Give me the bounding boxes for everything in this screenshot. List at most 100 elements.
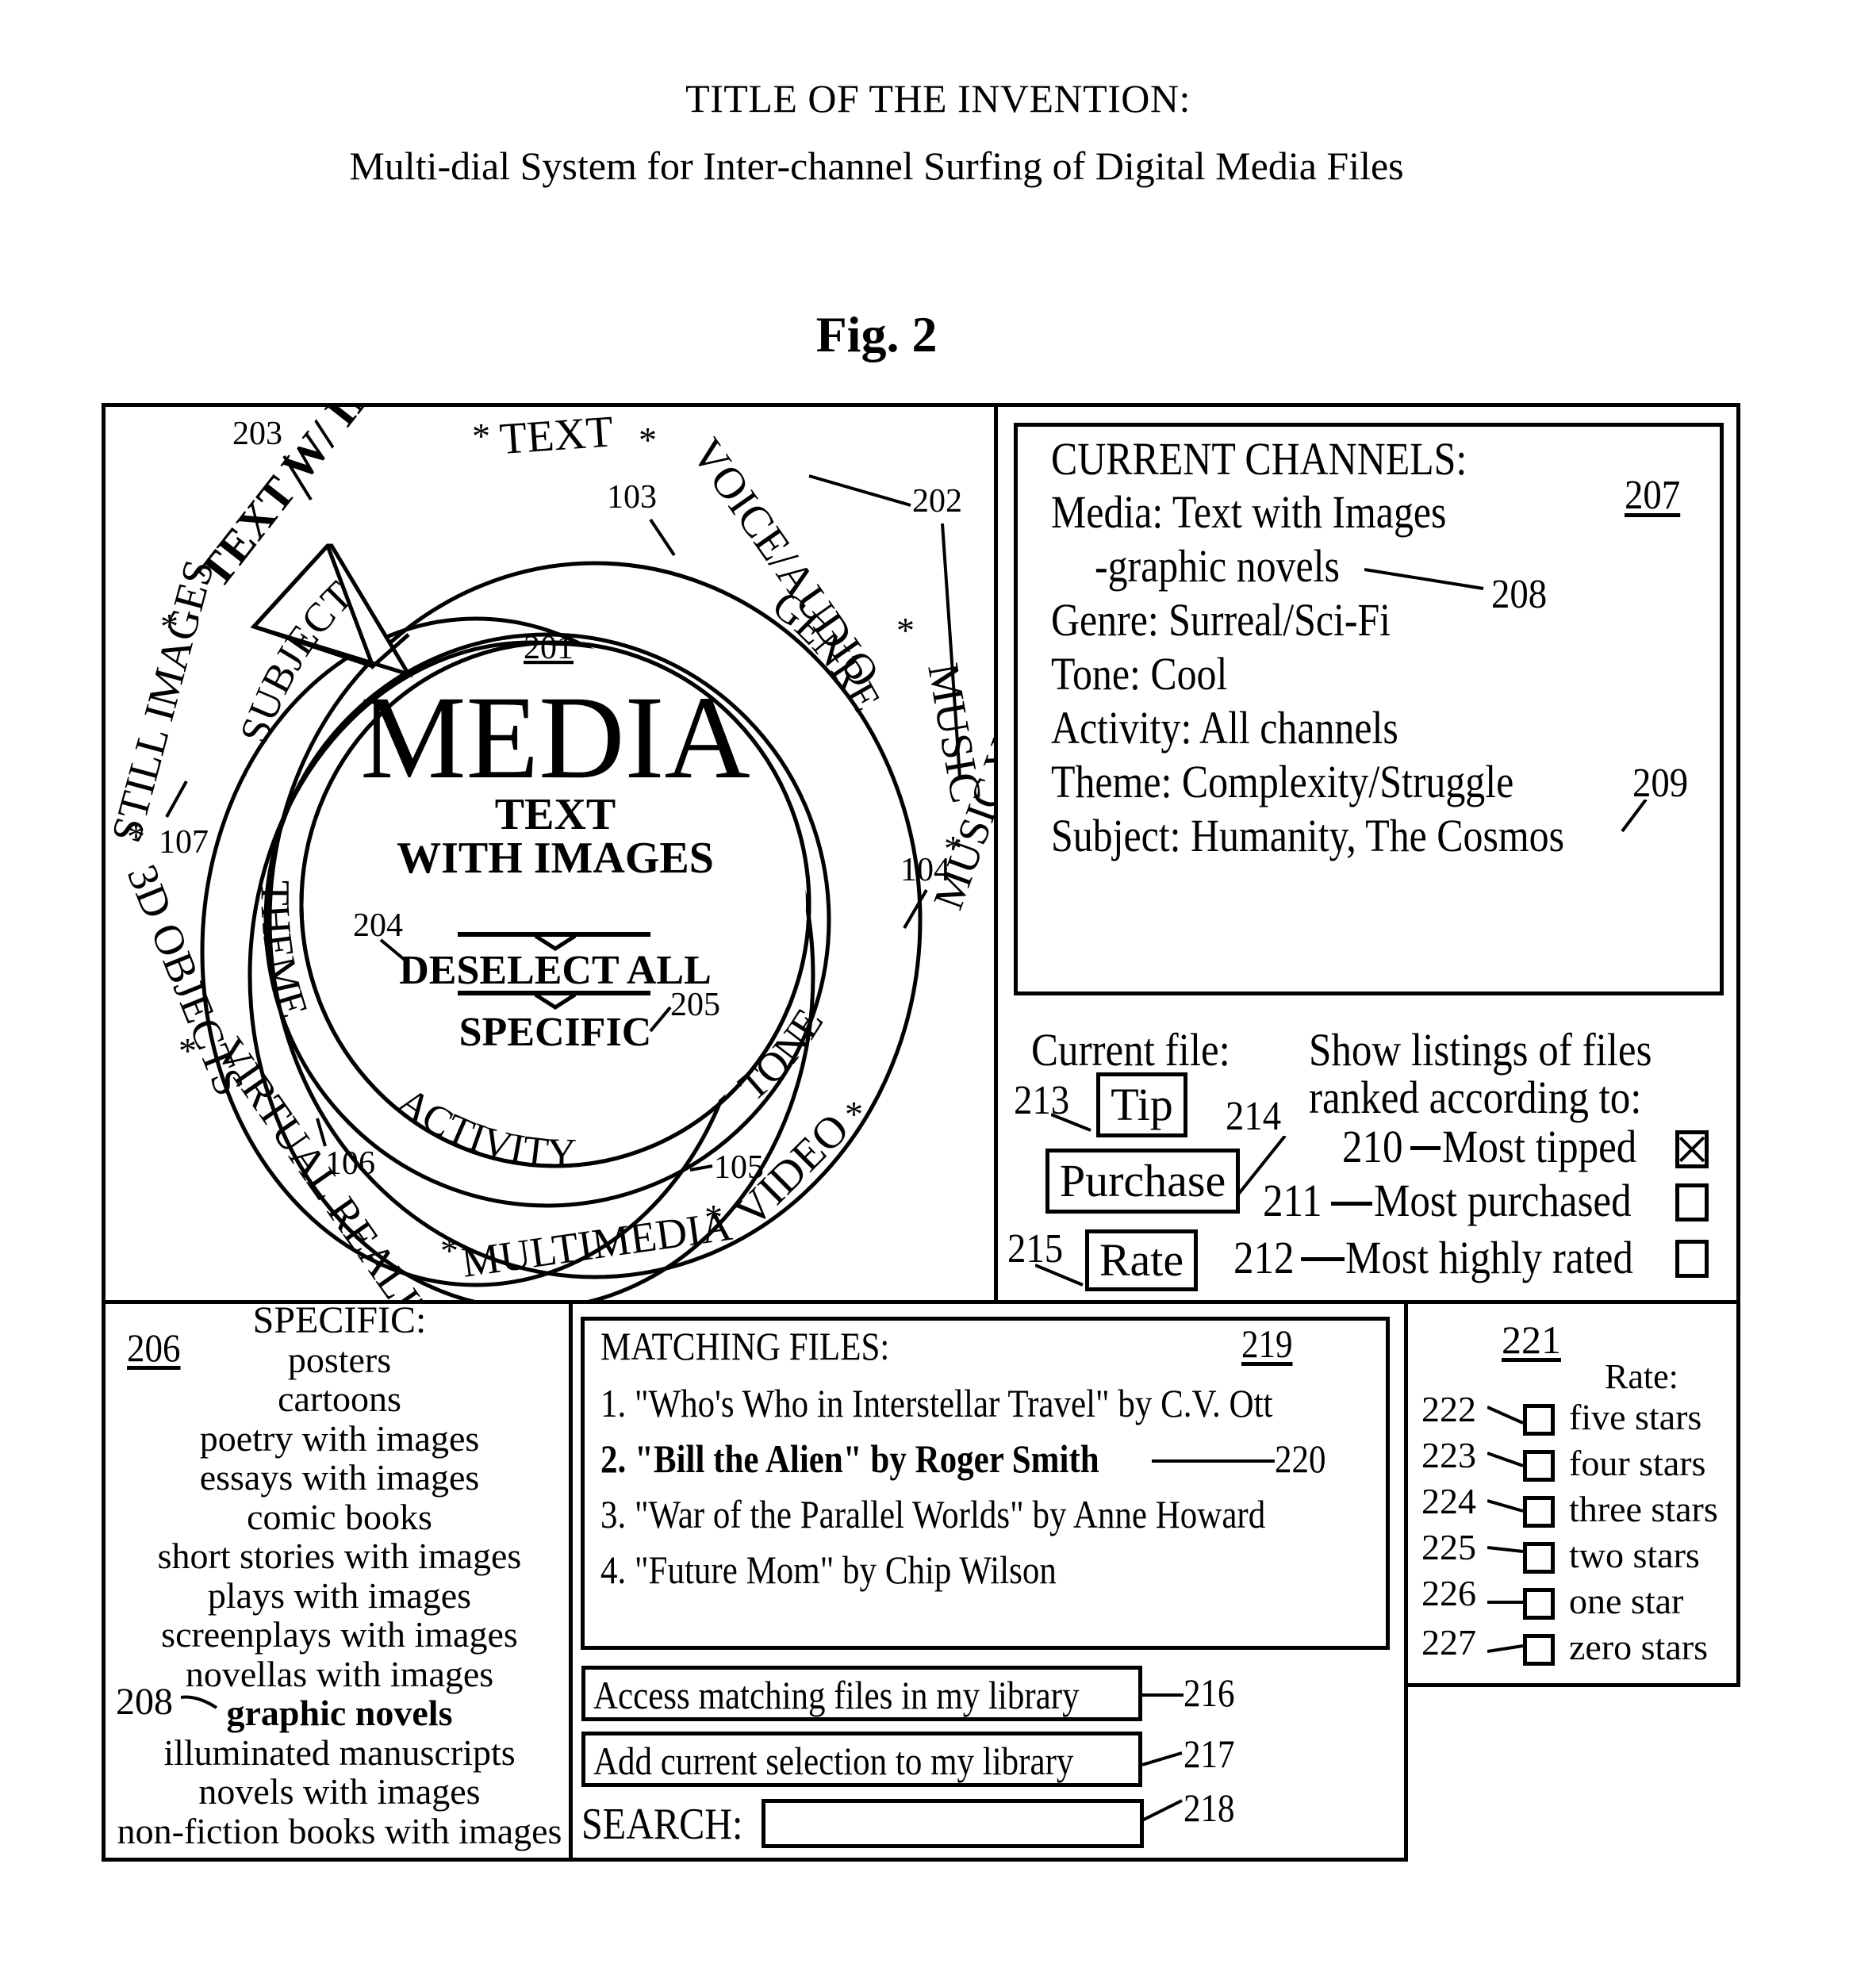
- ref-224: 224: [1421, 1481, 1476, 1521]
- specific-item[interactable]: non-fiction books with images: [109, 1811, 570, 1851]
- rate-one-star-checkbox[interactable]: [1523, 1588, 1555, 1620]
- center-value-line1: TEXT: [495, 790, 616, 839]
- purchase-button[interactable]: Purchase: [1045, 1149, 1240, 1214]
- invention-title: Multi-dial System for Inter-channel Surf…: [349, 144, 1404, 188]
- rate-zero-stars-checkbox[interactable]: [1523, 1634, 1555, 1666]
- channel-genre: Genre: Surreal/Sci-Fi: [1051, 594, 1391, 646]
- current-channels-heading: CURRENT CHANNELS:: [1051, 433, 1467, 485]
- ref-225: 225: [1421, 1527, 1476, 1567]
- svg-text:*: *: [639, 420, 657, 460]
- specific-item[interactable]: essays with images: [109, 1458, 570, 1498]
- matching-file-item-selected[interactable]: 2. "Bill the Alien" by Roger Smith: [600, 1436, 1099, 1482]
- svg-text:*: *: [178, 1030, 197, 1071]
- ref-227: 227: [1421, 1622, 1476, 1663]
- center-heading: MEDIA: [360, 672, 750, 803]
- rank-option-most-tipped-label: Most tipped: [1442, 1121, 1637, 1172]
- rank-option-most-highly-rated-checkbox[interactable]: [1675, 1240, 1709, 1278]
- specific-item[interactable]: plays with images: [109, 1575, 570, 1616]
- channel-tone: Tone: Cool: [1051, 648, 1228, 700]
- ref-208-specific: 208: [116, 1681, 173, 1723]
- specific-heading: SPECIFIC:: [252, 1299, 427, 1341]
- specific-item[interactable]: screenplays with images: [109, 1615, 570, 1655]
- center-value-line2: WITH IMAGES: [397, 834, 714, 883]
- rate-three-stars-label: three stars: [1569, 1489, 1718, 1529]
- matching-files-heading: MATCHING FILES:: [600, 1324, 890, 1368]
- ref-211: 211: [1263, 1175, 1322, 1226]
- outer-item-still-images[interactable]: STILL IMAGES: [103, 555, 223, 848]
- ref-223: 223: [1421, 1435, 1476, 1475]
- search-input[interactable]: [762, 1799, 1144, 1848]
- vertical-divider: [994, 403, 998, 1304]
- ref-222: 222: [1421, 1389, 1476, 1429]
- channel-activity: Activity: All channels: [1051, 702, 1398, 754]
- svg-text:*: *: [704, 1197, 723, 1237]
- ref-210: 210: [1342, 1121, 1403, 1172]
- matching-file-item[interactable]: 3. "War of the Parallel Worlds" by Anne …: [600, 1491, 1265, 1537]
- ref-212: 212: [1233, 1232, 1295, 1283]
- tip-button[interactable]: Tip: [1096, 1072, 1187, 1137]
- ref-204: 204: [353, 907, 403, 944]
- rank-option-most-purchased-checkbox[interactable]: [1675, 1183, 1709, 1222]
- specific-list: SPECIFIC: posters cartoons poetry with i…: [109, 1301, 570, 1851]
- ref-221: 221: [1502, 1317, 1561, 1362]
- ref-207: 207: [1625, 473, 1681, 518]
- specific-item[interactable]: illuminated manuscripts: [109, 1732, 570, 1773]
- svg-text:*: *: [160, 606, 178, 646]
- ref-208: 208: [1491, 572, 1548, 617]
- ref-103: 103: [607, 479, 657, 516]
- title-label: TITLE OF THE INVENTION:: [685, 76, 1191, 121]
- svg-text:*: *: [845, 1094, 863, 1134]
- matching-file-item[interactable]: 1. "Who's Who in Interstellar Travel" by…: [600, 1380, 1272, 1426]
- svg-text:*: *: [896, 610, 915, 650]
- ref-104: 104: [900, 852, 950, 888]
- current-file-label: Current file:: [1031, 1024, 1230, 1076]
- rate-three-stars-checkbox[interactable]: [1523, 1496, 1555, 1528]
- rate-five-stars-checkbox[interactable]: [1523, 1404, 1555, 1436]
- matching-file-item[interactable]: 4. "Future Mom" by Chip Wilson: [600, 1547, 1057, 1593]
- ref-216: 216: [1184, 1670, 1235, 1715]
- rate-four-stars-label: four stars: [1569, 1443, 1706, 1483]
- rate-four-stars-checkbox[interactable]: [1523, 1450, 1555, 1482]
- rate-two-stars-checkbox[interactable]: [1523, 1542, 1555, 1574]
- specific-item[interactable]: poetry with images: [109, 1418, 570, 1459]
- ref-202: 202: [912, 483, 962, 520]
- outer-item-text[interactable]: TEXT: [498, 407, 615, 464]
- ranking-heading-line1: Show listings of files: [1309, 1024, 1652, 1076]
- outer-item-multimedia[interactable]: MULTIMEDIA: [458, 1202, 735, 1287]
- rate-one-star-label: one star: [1569, 1581, 1684, 1621]
- rate-button[interactable]: Rate: [1085, 1229, 1198, 1291]
- specific-item[interactable]: short stories with images: [109, 1536, 570, 1576]
- specific-item-selected[interactable]: graphic novels: [109, 1693, 570, 1733]
- channel-media-sub: -graphic novels: [1095, 540, 1340, 592]
- specific-item[interactable]: posters: [109, 1340, 570, 1380]
- channel-theme: Theme: Complexity/Struggle: [1051, 756, 1514, 807]
- specific-item[interactable]: cartoons: [109, 1379, 570, 1419]
- channel-subject: Subject: Humanity, The Cosmos: [1051, 810, 1565, 861]
- ref-220: 220: [1275, 1436, 1326, 1481]
- ref-226: 226: [1421, 1573, 1476, 1613]
- ref-214: 214: [1226, 1094, 1282, 1139]
- add-to-library-label: Add current selection to my library: [593, 1739, 1074, 1783]
- add-to-library-button[interactable]: Add current selection to my library: [581, 1732, 1142, 1787]
- channel-media: Media: Text with Images: [1051, 486, 1447, 538]
- specific-item[interactable]: comic books: [109, 1497, 570, 1537]
- multi-dial: SUBJECT GENRE THEME TONE ACTIVITY TEXT V…: [103, 405, 994, 1301]
- ref-219: 219: [1241, 1321, 1293, 1366]
- figure-label: Fig. 2: [815, 306, 938, 362]
- access-library-label: Access matching files in my library: [593, 1673, 1080, 1717]
- search-label: SEARCH:: [581, 1800, 743, 1849]
- access-library-button[interactable]: Access matching files in my library: [581, 1666, 1142, 1721]
- ref-217: 217: [1184, 1732, 1235, 1776]
- ref-203: 203: [232, 416, 282, 452]
- outer-item-voice-audio[interactable]: VOICE/AUDIO: [681, 430, 888, 696]
- rank-option-most-highly-rated-label: Most highly rated: [1345, 1232, 1633, 1283]
- specific-button[interactable]: SPECIFIC: [459, 1010, 652, 1055]
- rate-heading: Rate:: [1605, 1357, 1678, 1396]
- specific-item[interactable]: novels with images: [109, 1772, 570, 1812]
- rate-five-stars-label: five stars: [1569, 1397, 1702, 1437]
- deselect-all-button[interactable]: DESELECT ALL: [399, 948, 712, 993]
- rank-option-most-tipped-checkbox[interactable]: [1675, 1130, 1709, 1168]
- rank-option-most-purchased-label: Most purchased: [1374, 1175, 1632, 1226]
- specific-item[interactable]: novellas with images: [109, 1654, 570, 1694]
- ref-106: 106: [325, 1145, 375, 1182]
